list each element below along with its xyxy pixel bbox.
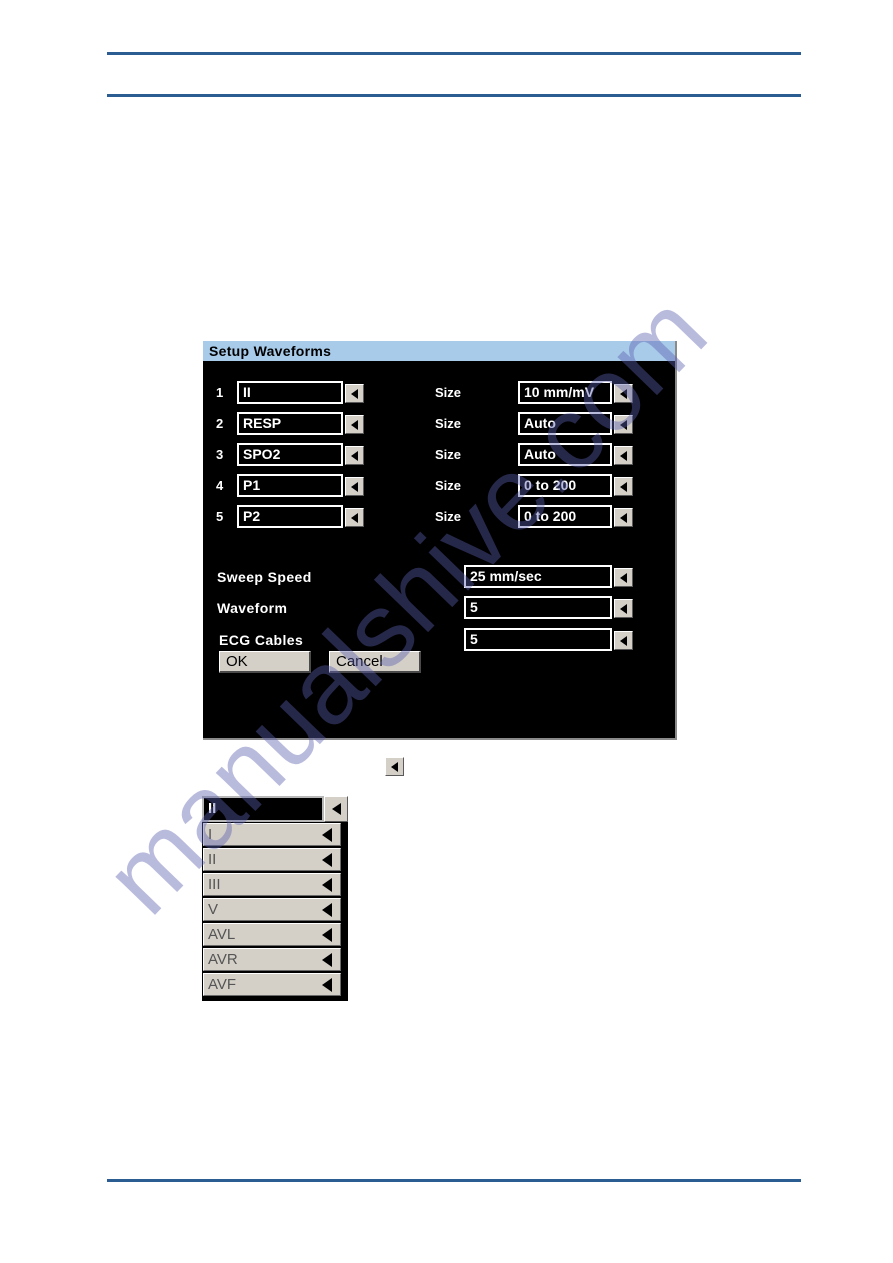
dialog-body: 1 II Size 10 mm/mV 2 RESP Size Auto 3 SP…: [203, 361, 675, 738]
waveform-size-field[interactable]: 0 to 200: [518, 474, 612, 497]
waveform-row: 5 P2 Size 0 to 200: [203, 505, 675, 529]
waveform-row-index: 5: [216, 509, 224, 524]
list-item[interactable]: AVR: [203, 948, 341, 971]
cancel-button[interactable]: Cancel: [329, 651, 421, 673]
list-item[interactable]: V: [203, 898, 341, 921]
list-item-arrow-icon[interactable]: [315, 950, 339, 969]
waveform-size-field[interactable]: 0 to 200: [518, 505, 612, 528]
ecg-cables-label: ECG Cables: [219, 632, 304, 648]
waveform-count-field[interactable]: 5: [464, 596, 612, 619]
waveform-size-field[interactable]: 10 mm/mV: [518, 381, 612, 404]
waveform-size-field[interactable]: Auto: [518, 412, 612, 435]
list-item[interactable]: I: [203, 823, 341, 846]
list-item[interactable]: AVF: [203, 973, 341, 996]
header-rule-bottom: [107, 94, 801, 97]
waveform-size-arrow-icon[interactable]: [614, 384, 633, 403]
sweep-speed-arrow-icon[interactable]: [614, 568, 633, 587]
waveform-size-arrow-icon[interactable]: [614, 446, 633, 465]
waveform-count-label: Waveform: [217, 600, 288, 616]
waveform-channel-field[interactable]: II: [237, 381, 343, 404]
waveform-count-arrow-icon[interactable]: [614, 599, 633, 618]
waveform-channel-field[interactable]: RESP: [237, 412, 343, 435]
list-item[interactable]: III: [203, 873, 341, 896]
list-item-label: V: [208, 901, 219, 918]
waveform-channel-field[interactable]: P1: [237, 474, 343, 497]
size-label: Size: [435, 509, 462, 524]
waveform-channel-arrow-icon[interactable]: [345, 384, 364, 403]
waveform-row: 1 II Size 10 mm/mV: [203, 381, 675, 405]
waveform-channel-arrow-icon[interactable]: [345, 415, 364, 434]
waveform-row: 4 P1 Size 0 to 200: [203, 474, 675, 498]
list-item-label: II: [208, 851, 217, 868]
size-label: Size: [435, 385, 462, 400]
dropdown-list: I II III V AVL AVR AVF: [202, 822, 348, 1001]
list-item[interactable]: II: [203, 848, 341, 871]
dropdown-toggle-arrow-icon[interactable]: [324, 796, 348, 822]
list-item-arrow-icon[interactable]: [315, 850, 339, 869]
waveform-channel-field[interactable]: P2: [237, 505, 343, 528]
waveform-row: 2 RESP Size Auto: [203, 412, 675, 436]
sweep-speed-label: Sweep Speed: [217, 569, 312, 585]
list-item-label: III: [208, 876, 221, 893]
waveform-row: 3 SPO2 Size Auto: [203, 443, 675, 467]
list-item-label: AVR: [208, 951, 238, 968]
waveform-channel-arrow-icon[interactable]: [345, 508, 364, 527]
list-item-arrow-icon[interactable]: [315, 825, 339, 844]
waveform-size-arrow-icon[interactable]: [614, 508, 633, 527]
header-rule-top: [107, 52, 801, 55]
list-item[interactable]: AVL: [203, 923, 341, 946]
list-item-label: AVL: [208, 926, 236, 943]
waveform-row-index: 2: [216, 416, 224, 431]
waveform-channel-arrow-icon[interactable]: [345, 446, 364, 465]
list-item-label: I: [208, 826, 213, 843]
list-item-label: AVF: [208, 976, 237, 993]
waveform-size-arrow-icon[interactable]: [614, 415, 633, 434]
dialog-title: Setup Waveforms: [209, 343, 332, 359]
sweep-speed-field[interactable]: 25 mm/sec: [464, 565, 612, 588]
left-arrow-icon[interactable]: [385, 757, 404, 776]
ok-button[interactable]: OK: [219, 651, 311, 673]
list-item-arrow-icon[interactable]: [315, 975, 339, 994]
size-label: Size: [435, 416, 462, 431]
dropdown-selected-value[interactable]: II: [202, 796, 324, 822]
waveform-row-index: 4: [216, 478, 224, 493]
footer-rule: [107, 1179, 801, 1182]
waveform-size-field[interactable]: Auto: [518, 443, 612, 466]
size-label: Size: [435, 447, 462, 462]
waveform-channel-arrow-icon[interactable]: [345, 477, 364, 496]
list-item-arrow-icon[interactable]: [315, 875, 339, 894]
ecg-cables-arrow-icon[interactable]: [614, 631, 633, 650]
waveform-row-index: 3: [216, 447, 224, 462]
list-item-arrow-icon[interactable]: [315, 925, 339, 944]
waveform-row-index: 1: [216, 385, 224, 400]
setup-waveforms-dialog: Setup Waveforms 1 II Size 10 mm/mV 2 RES…: [203, 341, 677, 740]
waveform-channel-field[interactable]: SPO2: [237, 443, 343, 466]
list-item-arrow-icon[interactable]: [315, 900, 339, 919]
waveform-size-arrow-icon[interactable]: [614, 477, 633, 496]
dialog-titlebar: Setup Waveforms: [203, 341, 675, 361]
size-label: Size: [435, 478, 462, 493]
ecg-cables-field[interactable]: 5: [464, 628, 612, 651]
